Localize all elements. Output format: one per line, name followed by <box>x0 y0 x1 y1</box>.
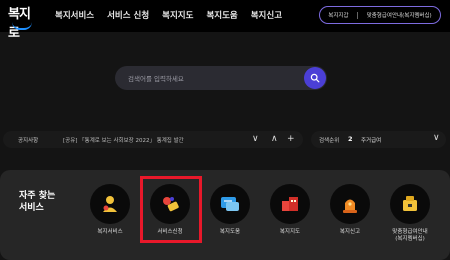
nav-item-welfare-service[interactable]: 복지서비스 <box>55 9 94 21</box>
welfare-report-icon <box>343 199 357 213</box>
utility-menu: 복지지갑 맞춤형급여안내(복지멤버십) <box>319 6 441 24</box>
custom-benefit-button[interactable] <box>390 184 430 224</box>
custom-benefit-icon <box>403 196 417 211</box>
welfare-help-icon <box>221 197 239 211</box>
favorites-title: 자주 찾는 서비스 <box>19 190 55 214</box>
nav-item-welfare-map[interactable]: 복지지도 <box>162 9 193 21</box>
search-button[interactable] <box>304 67 326 89</box>
ranking-label: 검색순위 <box>319 138 340 144</box>
favorite-label-custom-benefit: 맞춤형급여안내 (복지멤버십) <box>392 229 428 242</box>
nav-item-service-apply[interactable]: 서비스 신청 <box>107 9 149 21</box>
search-ranking: 검색순위 2 주거급여 ∨ <box>311 131 446 148</box>
divider <box>357 11 359 19</box>
welfare-report-button[interactable] <box>330 184 370 224</box>
header: 복지로 복지서비스 서비스 신청 복지지도 복지도움 복지신고 복지지갑 맞춤형… <box>0 0 450 41</box>
welfare-service-button[interactable] <box>90 184 130 224</box>
ranking-number: 2 <box>348 135 353 143</box>
nav-item-welfare-report[interactable]: 복지신고 <box>251 9 282 21</box>
custom-benefit-link[interactable]: 맞춤형급여안내(복지멤버십) <box>367 11 432 19</box>
welfare-map-button[interactable] <box>270 184 310 224</box>
favorites-title-line1: 자주 찾는 <box>19 191 56 201</box>
welfare-service-icon <box>103 196 117 212</box>
notice-more-button[interactable]: + <box>287 133 295 145</box>
search-input[interactable]: 검색어를 입력하세요 <box>128 73 184 83</box>
selection-highlight <box>140 176 202 243</box>
favorite-label-welfare-map: 복지지도 <box>279 229 301 235</box>
favorite-label-welfare-report: 복지신고 <box>339 229 361 235</box>
favorite-label-welfare-service: 복지서비스 <box>97 229 123 235</box>
favorites-title-line2: 서비스 <box>19 203 44 213</box>
ranking-toggle-button[interactable]: ∨ <box>433 133 440 143</box>
welfare-wallet-link[interactable]: 복지지갑 <box>328 11 348 19</box>
welfare-help-button[interactable] <box>210 184 250 224</box>
welfare-map-icon <box>282 197 298 211</box>
notice-text[interactable]: [공유] 「통계로 보는 사회보장 2022」 통계집 발간 <box>63 136 184 144</box>
main-nav: 복지서비스 서비스 신청 복지지도 복지도움 복지신고 <box>55 9 282 21</box>
notice-label: 공지사항 <box>18 138 39 144</box>
nav-item-welfare-help[interactable]: 복지도움 <box>206 9 237 21</box>
notice-prev-button[interactable]: ∨ <box>252 133 259 145</box>
ranking-term[interactable]: 주거급여 <box>361 136 381 144</box>
search-bar: 검색어를 입력하세요 <box>115 66 327 90</box>
notice-next-button[interactable]: ∧ <box>271 133 278 145</box>
logo[interactable]: 복지로 <box>8 4 38 41</box>
notice-bar: 공지사항 [공유] 「통계로 보는 사회보장 2022」 통계집 발간 ∨ ∧ … <box>3 131 303 148</box>
favorite-label-welfare-help: 복지도움 <box>219 229 241 235</box>
favorite-services-panel: 자주 찾는 서비스 복지서비스 서비스신청 복지도움 복지지도 복지신고 맞춤형… <box>0 170 450 260</box>
search-icon <box>310 73 320 83</box>
